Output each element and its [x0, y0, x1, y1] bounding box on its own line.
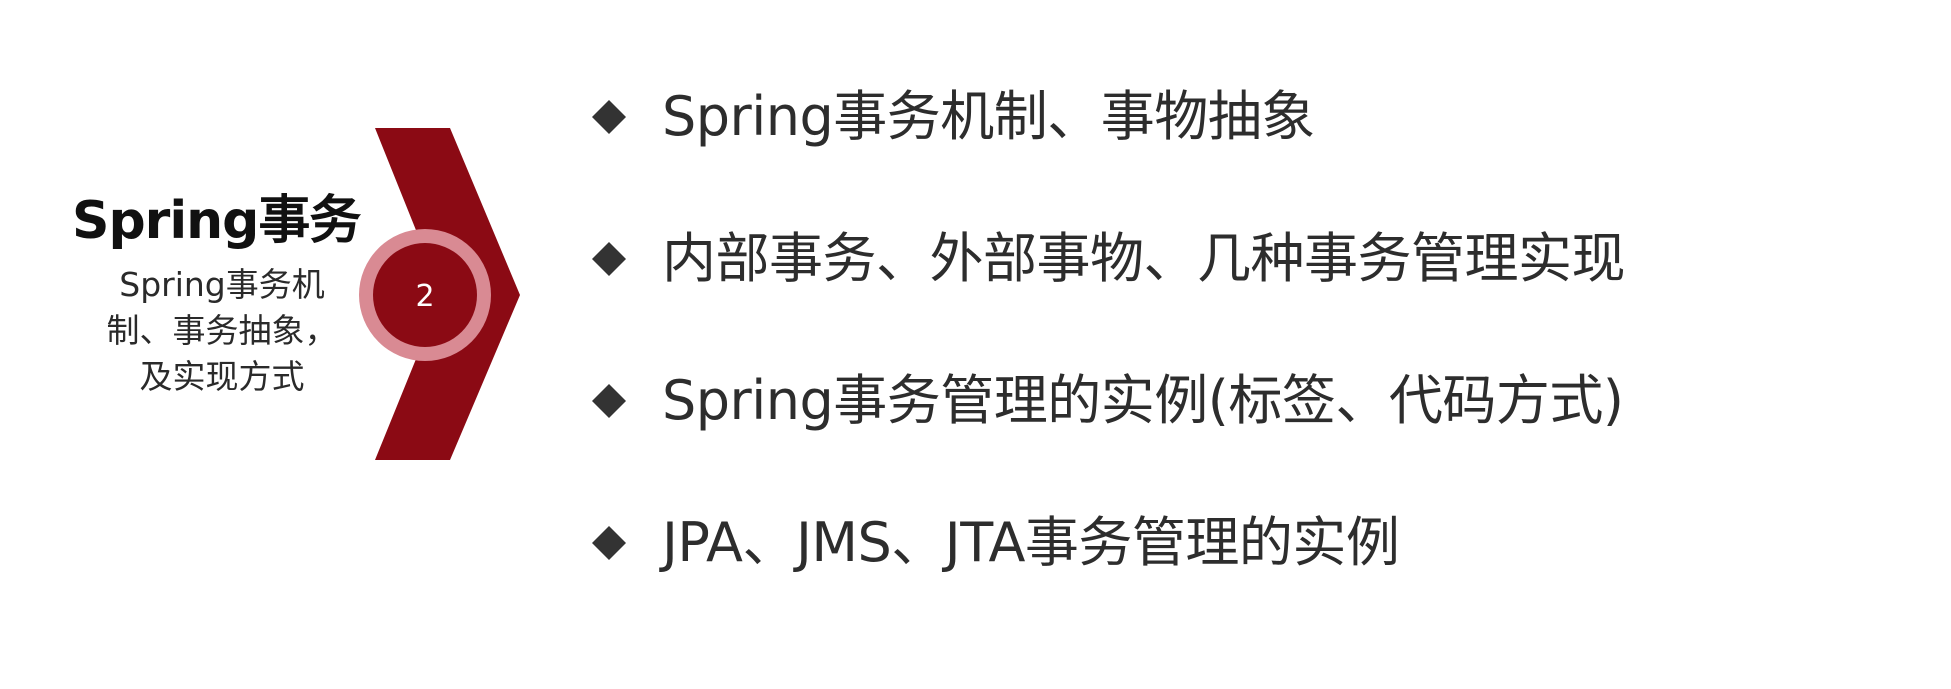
topic-list-item: Spring事务机制、事物抽象 [592, 78, 1625, 220]
topic-list-item: 内部事务、外部事物、几种事务管理实现 [592, 220, 1626, 362]
step-number: 2 [415, 279, 434, 314]
topic-list-item: JPA、JMS、JTA事务管理的实例 [592, 504, 1625, 646]
topic-text: 内部事务、外部事物、几种事务管理实现 [662, 227, 1626, 290]
diamond-bullet-icon [592, 384, 626, 418]
slide: Spring事务 Spring事务机制、事务抽象，及实现方式 2 Spring事… [0, 0, 1951, 689]
topic-text: Spring事务管理的实例(标签、代码方式) [662, 369, 1624, 432]
step-chevron-graphic: 2 [359, 128, 520, 460]
topic-text: JPA、JMS、JTA事务管理的实例 [662, 511, 1400, 574]
topic-text: Spring事务机制、事物抽象 [662, 85, 1315, 148]
topic-list: Spring事务机制、事物抽象 内部事务、外部事物、几种事务管理实现 Sprin… [592, 78, 1626, 646]
section-title: Spring事务 [72, 191, 361, 251]
topic-list-item: Spring事务管理的实例(标签、代码方式) [592, 362, 1625, 504]
diamond-bullet-icon [592, 242, 626, 276]
section-description: Spring事务机制、事务抽象，及实现方式 [106, 265, 338, 396]
diamond-bullet-icon [592, 526, 626, 560]
diamond-bullet-icon [592, 100, 626, 134]
